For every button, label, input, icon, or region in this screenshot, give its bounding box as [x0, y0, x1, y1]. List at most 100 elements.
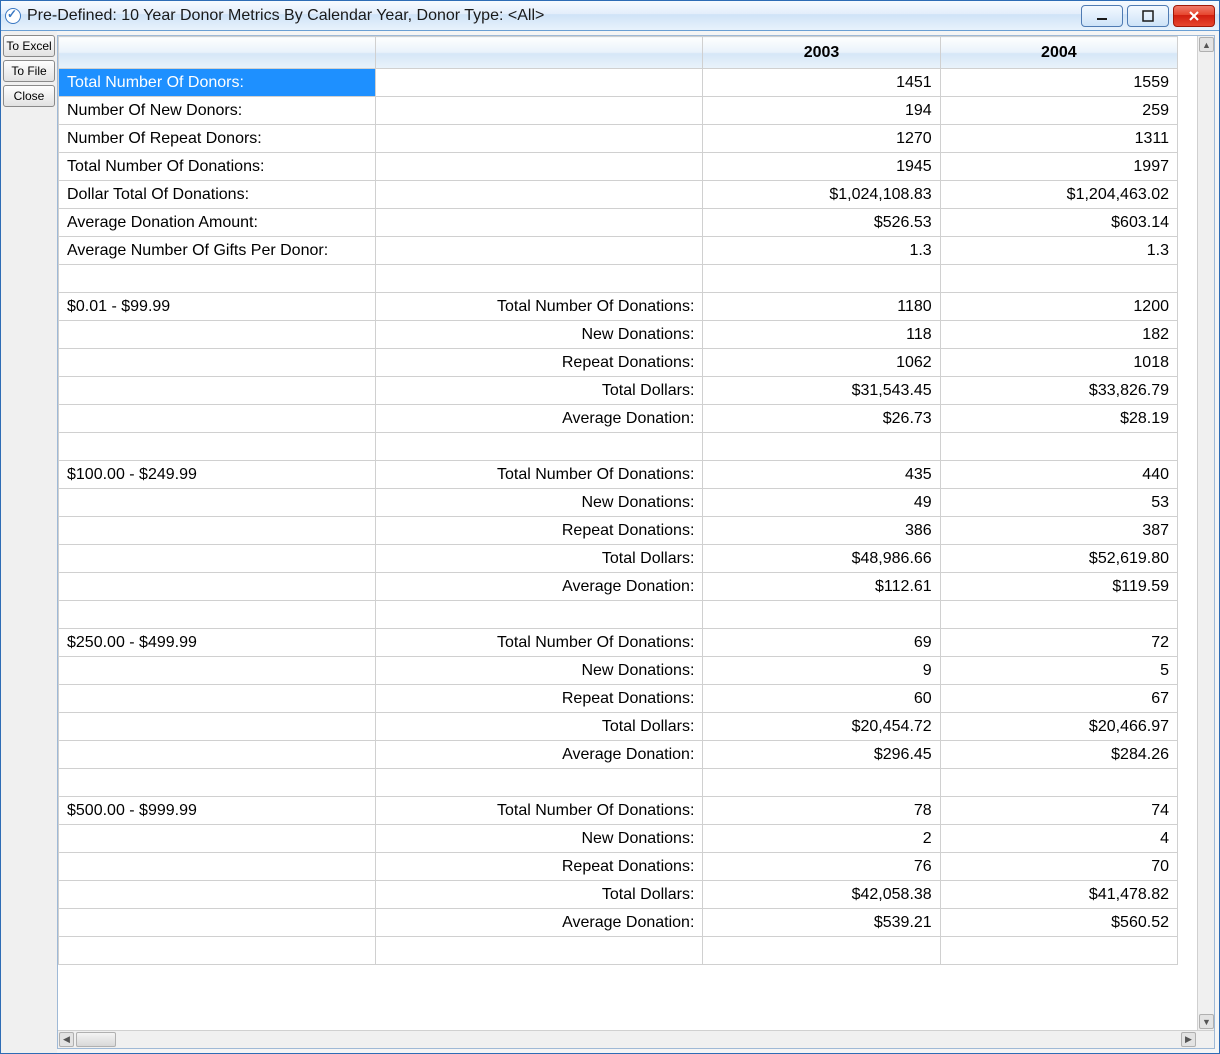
empty-cell[interactable]: [59, 741, 376, 769]
table-row[interactable]: Repeat Donations:10621018: [59, 349, 1178, 377]
sub-metric-label[interactable]: Total Dollars:: [376, 881, 703, 909]
value-2003[interactable]: $296.45: [703, 741, 940, 769]
empty-cell[interactable]: [59, 517, 376, 545]
to-excel-button[interactable]: To Excel: [3, 35, 55, 57]
data-grid[interactable]: 2003 2004 Total Number Of Donors:1451155…: [58, 36, 1178, 965]
value-2004[interactable]: 1559: [940, 69, 1177, 97]
sub-metric-label[interactable]: Total Number Of Donations:: [376, 629, 703, 657]
empty-cell[interactable]: [59, 685, 376, 713]
value-2004[interactable]: 5: [940, 657, 1177, 685]
table-row[interactable]: Number Of Repeat Donors:12701311: [59, 125, 1178, 153]
sub-metric-label[interactable]: Total Number Of Donations:: [376, 797, 703, 825]
empty-cell[interactable]: [59, 937, 376, 965]
value-2004[interactable]: 387: [940, 517, 1177, 545]
empty-cell[interactable]: [376, 69, 703, 97]
table-row[interactable]: [59, 601, 1178, 629]
table-row[interactable]: [59, 937, 1178, 965]
table-row[interactable]: Total Number Of Donations:19451997: [59, 153, 1178, 181]
metric-label[interactable]: Average Number Of Gifts Per Donor:: [59, 237, 376, 265]
sub-metric-label[interactable]: Repeat Donations:: [376, 685, 703, 713]
table-row[interactable]: Average Donation:$296.45$284.26: [59, 741, 1178, 769]
empty-cell[interactable]: [59, 713, 376, 741]
header-col-2004[interactable]: 2004: [940, 37, 1177, 69]
sub-metric-label[interactable]: Total Number Of Donations:: [376, 461, 703, 489]
empty-cell[interactable]: [59, 909, 376, 937]
value-2003[interactable]: 1180: [703, 293, 940, 321]
empty-cell[interactable]: [59, 321, 376, 349]
value-2003[interactable]: 49: [703, 489, 940, 517]
value-2003[interactable]: $31,543.45: [703, 377, 940, 405]
table-row[interactable]: Dollar Total Of Donations: $1,024,108.83$…: [59, 181, 1178, 209]
value-2003[interactable]: $48,986.66: [703, 545, 940, 573]
empty-cell[interactable]: [376, 769, 703, 797]
value-2003[interactable]: $42,058.38: [703, 881, 940, 909]
header-col-0[interactable]: [59, 37, 376, 69]
empty-cell[interactable]: [59, 825, 376, 853]
horizontal-scrollbar[interactable]: ◀ ▶: [58, 1030, 1214, 1048]
empty-cell[interactable]: [940, 601, 1177, 629]
table-row[interactable]: Repeat Donations:6067: [59, 685, 1178, 713]
table-row[interactable]: Total Dollars:$42,058.38$41,478.82: [59, 881, 1178, 909]
value-2004[interactable]: 70: [940, 853, 1177, 881]
table-row[interactable]: Repeat Donations:7670: [59, 853, 1178, 881]
range-label[interactable]: $250.00 - $499.99: [59, 629, 376, 657]
empty-cell[interactable]: [59, 881, 376, 909]
metric-label[interactable]: Number Of Repeat Donors:: [59, 125, 376, 153]
value-2004[interactable]: $119.59: [940, 573, 1177, 601]
empty-cell[interactable]: [703, 769, 940, 797]
empty-cell[interactable]: [59, 265, 376, 293]
table-row[interactable]: Number Of New Donors:194259: [59, 97, 1178, 125]
table-row[interactable]: New Donations:24: [59, 825, 1178, 853]
empty-cell[interactable]: [703, 601, 940, 629]
value-2004[interactable]: 1200: [940, 293, 1177, 321]
empty-cell[interactable]: [59, 573, 376, 601]
scroll-up-icon[interactable]: ▲: [1199, 37, 1214, 52]
value-2003[interactable]: 435: [703, 461, 940, 489]
metric-label[interactable]: Dollar Total Of Donations:: [59, 181, 376, 209]
empty-cell[interactable]: [376, 601, 703, 629]
value-2003[interactable]: 1062: [703, 349, 940, 377]
titlebar[interactable]: Pre-Defined: 10 Year Donor Metrics By Ca…: [1, 1, 1219, 31]
sub-metric-label[interactable]: Repeat Donations:: [376, 349, 703, 377]
value-2003[interactable]: $1,024,108.83: [703, 181, 940, 209]
empty-cell[interactable]: [59, 545, 376, 573]
metric-label[interactable]: Number Of New Donors:: [59, 97, 376, 125]
value-2004[interactable]: $603.14: [940, 209, 1177, 237]
value-2003[interactable]: 194: [703, 97, 940, 125]
value-2003[interactable]: 69: [703, 629, 940, 657]
empty-cell[interactable]: [59, 769, 376, 797]
value-2004[interactable]: $1,204,463.02: [940, 181, 1177, 209]
empty-cell[interactable]: [376, 265, 703, 293]
sub-metric-label[interactable]: New Donations:: [376, 825, 703, 853]
value-2003[interactable]: 76: [703, 853, 940, 881]
value-2004[interactable]: 440: [940, 461, 1177, 489]
value-2004[interactable]: 1018: [940, 349, 1177, 377]
table-row[interactable]: Total Dollars:$31,543.45$33,826.79: [59, 377, 1178, 405]
vertical-scrollbar[interactable]: ▲ ▼: [1197, 36, 1214, 1030]
sub-metric-label[interactable]: Repeat Donations:: [376, 853, 703, 881]
range-label[interactable]: $0.01 - $99.99: [59, 293, 376, 321]
empty-cell[interactable]: [940, 937, 1177, 965]
sub-metric-label[interactable]: Total Dollars:: [376, 545, 703, 573]
sub-metric-label[interactable]: Average Donation:: [376, 909, 703, 937]
table-row[interactable]: [59, 769, 1178, 797]
empty-cell[interactable]: [59, 377, 376, 405]
sub-metric-label[interactable]: Repeat Donations:: [376, 517, 703, 545]
table-row[interactable]: $500.00 - $999.99Total Number Of Donatio…: [59, 797, 1178, 825]
empty-cell[interactable]: [376, 97, 703, 125]
sub-metric-label[interactable]: New Donations:: [376, 657, 703, 685]
table-row[interactable]: Total Number Of Donors:14511559: [59, 69, 1178, 97]
range-label[interactable]: $500.00 - $999.99: [59, 797, 376, 825]
empty-cell[interactable]: [376, 237, 703, 265]
table-row[interactable]: New Donations:95: [59, 657, 1178, 685]
value-2003[interactable]: $526.53: [703, 209, 940, 237]
range-label[interactable]: $100.00 - $249.99: [59, 461, 376, 489]
empty-cell[interactable]: [376, 209, 703, 237]
table-row[interactable]: Average Donation:$112.61$119.59: [59, 573, 1178, 601]
table-row[interactable]: [59, 265, 1178, 293]
empty-cell[interactable]: [703, 937, 940, 965]
empty-cell[interactable]: [940, 265, 1177, 293]
table-row[interactable]: $100.00 - $249.99Total Number Of Donatio…: [59, 461, 1178, 489]
table-row[interactable]: $0.01 - $99.99Total Number Of Donations:…: [59, 293, 1178, 321]
table-row[interactable]: Repeat Donations:386387: [59, 517, 1178, 545]
